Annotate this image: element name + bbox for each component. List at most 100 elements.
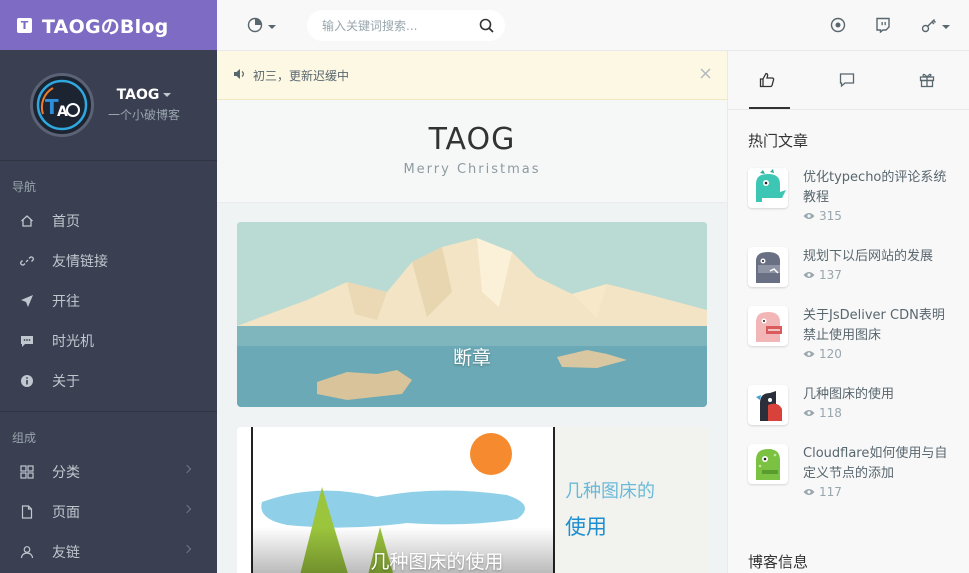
volume-icon xyxy=(233,68,246,83)
hot-posts-heading: 热门文章 xyxy=(748,132,809,150)
sidebar-item-label: 友情链接 xyxy=(52,254,108,270)
hot-post-item[interactable]: 关于JsDeliver CDN表明禁止使用图床 120 xyxy=(748,306,963,366)
search-icon[interactable] xyxy=(479,18,494,37)
key-dropdown-button[interactable] xyxy=(921,17,950,37)
eye-icon xyxy=(803,410,815,416)
user-icon xyxy=(20,545,34,559)
post-card[interactable]: 断章 xyxy=(237,222,707,407)
hot-post-title[interactable]: Cloudflare如何使用与自定义节点的添加 xyxy=(803,444,948,484)
send-icon xyxy=(20,294,34,308)
sidebar-item-pages[interactable]: 页面 xyxy=(0,492,217,532)
post-thumbnail xyxy=(748,247,788,287)
archive-dropdown-button[interactable] xyxy=(247,17,276,37)
page-title: TAOG xyxy=(428,122,516,157)
view-count: 117 xyxy=(819,485,842,499)
home-icon xyxy=(20,214,34,228)
view-count: 118 xyxy=(819,406,842,420)
post-card[interactable]: 几种图床的 使用 几种图床的使用 xyxy=(237,427,707,573)
view-count: 120 xyxy=(819,347,842,361)
top-header xyxy=(217,0,969,51)
close-icon[interactable] xyxy=(700,68,711,82)
post-title[interactable]: 几种图床的使用 xyxy=(237,547,707,573)
sidebar-item-about[interactable]: 关于 xyxy=(0,361,217,401)
notice-bar: 初三，更新迟缓中 xyxy=(217,51,727,100)
key-icon xyxy=(921,17,937,37)
active-tab-indicator xyxy=(749,107,790,109)
post-views: 315 xyxy=(803,209,842,223)
post-image-text: 几种图床的 xyxy=(565,481,655,502)
chevron-right-icon xyxy=(182,544,192,554)
sidebar-item-label: 页面 xyxy=(52,505,80,521)
eye-icon xyxy=(803,489,815,495)
chevron-right-icon xyxy=(182,464,192,474)
sidebar-item-time-machine[interactable]: 时光机 xyxy=(0,321,217,361)
sidebar-item-label: 友链 xyxy=(52,545,80,561)
target-icon[interactable] xyxy=(830,17,846,37)
profile-name[interactable]: TAOG xyxy=(108,87,180,103)
post-thumbnail xyxy=(748,306,788,346)
eye-icon xyxy=(803,272,815,278)
hot-post-title[interactable]: 优化typecho的评论系统教程 xyxy=(803,168,948,208)
main-content: TAOG Merry Christmas 断章 几种图床的 使用 几种图床的使用 xyxy=(217,100,727,573)
post-views: 137 xyxy=(803,268,842,282)
sidebar-item-label: 分类 xyxy=(52,465,80,481)
brand-title: TAOGのBlog xyxy=(42,15,169,38)
sidebar-item-friend-links[interactable]: 友情链接 xyxy=(0,241,217,281)
post-title[interactable]: 断章 xyxy=(237,343,707,370)
gift-icon[interactable] xyxy=(919,72,935,92)
sidebar: T TAOGのBlog T A TAOG 一个小破博客 导航 首页 友情链接 开… xyxy=(0,0,217,573)
hot-post-item[interactable]: Cloudflare如何使用与自定义节点的添加 117 xyxy=(748,444,963,504)
sidebar-item-label: 关于 xyxy=(52,374,80,390)
search-box xyxy=(307,10,505,41)
hot-post-item[interactable]: 优化typecho的评论系统教程 315 xyxy=(748,168,963,228)
sidebar-item-categories[interactable]: 分类 xyxy=(0,452,217,492)
brand[interactable]: T TAOGのBlog xyxy=(0,0,217,50)
sidebar-item-label: 首页 xyxy=(52,214,80,230)
chat-bubble-icon xyxy=(20,334,34,348)
chevron-right-icon xyxy=(182,504,192,514)
post-views: 120 xyxy=(803,347,842,361)
profile: T A TAOG 一个小破博客 xyxy=(0,50,217,161)
hot-post-item[interactable]: 规划下以后网站的发展 137 xyxy=(748,247,963,307)
post-thumbnail xyxy=(748,168,788,208)
profile-subtitle: 一个小破博客 xyxy=(108,108,181,122)
chevron-down-icon xyxy=(942,25,950,29)
page-subtitle: Merry Christmas xyxy=(403,162,541,177)
aside-tabs xyxy=(728,51,969,110)
link-icon xyxy=(20,254,34,268)
sidebar-item-home[interactable]: 首页 xyxy=(0,201,217,241)
sidebar-item-friends[interactable]: 友链 xyxy=(0,532,217,572)
twitch-icon[interactable] xyxy=(875,17,891,37)
right-sidebar: 热门文章 优化typecho的评论系统教程 315 规划下以后网站的发展 137… xyxy=(727,51,969,573)
nav-section-heading: 组成 xyxy=(12,431,37,445)
nav-section-heading: 导航 xyxy=(12,180,37,194)
chevron-down-icon xyxy=(268,25,276,29)
post-image-text: 使用 xyxy=(565,515,607,539)
post-thumbnail xyxy=(748,444,788,484)
sidebar-item-label: 时光机 xyxy=(52,334,94,350)
eye-icon xyxy=(803,351,815,357)
search-input[interactable] xyxy=(307,18,467,33)
view-count: 315 xyxy=(819,209,842,223)
blog-header: TAOG Merry Christmas xyxy=(217,100,727,203)
comment-icon[interactable] xyxy=(839,72,855,92)
notice-text: 初三，更新迟缓中 xyxy=(253,68,350,83)
post-thumbnail xyxy=(748,385,788,425)
hot-post-title[interactable]: 关于JsDeliver CDN表明禁止使用图床 xyxy=(803,306,948,346)
thumbs-up-icon[interactable] xyxy=(759,72,775,92)
avatar[interactable]: T A xyxy=(30,73,94,137)
view-count: 137 xyxy=(819,268,842,282)
post-cover-image xyxy=(237,222,707,407)
clock-icon xyxy=(247,17,263,37)
hot-post-title[interactable]: 规划下以后网站的发展 xyxy=(803,247,948,267)
post-views: 117 xyxy=(803,485,842,499)
info-icon xyxy=(20,374,34,388)
brand-logo-icon: T xyxy=(17,17,32,33)
hot-post-item[interactable]: 几种图床的使用 118 xyxy=(748,385,963,445)
sidebar-item-travel[interactable]: 开往 xyxy=(0,281,217,321)
post-views: 118 xyxy=(803,406,842,420)
hot-post-title[interactable]: 几种图床的使用 xyxy=(803,385,948,405)
sidebar-item-label: 开往 xyxy=(52,294,80,310)
chevron-down-icon xyxy=(163,93,172,97)
grid-icon xyxy=(20,465,34,479)
